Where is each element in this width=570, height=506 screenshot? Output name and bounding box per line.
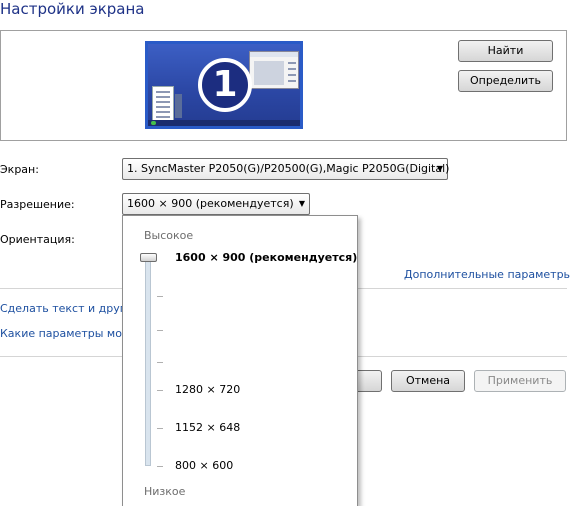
advanced-settings-link[interactable]: Дополнительные параметры [404,268,570,281]
resolution-label: Разрешение: [0,198,75,211]
page-title: Настройки экрана [0,0,145,18]
orientation-label: Ориентация: [0,233,75,246]
low-label: Низкое [144,485,186,498]
slider-tick [157,428,163,429]
find-button[interactable]: Найти [458,40,553,62]
resolution-option[interactable]: 800 × 600 [175,459,233,472]
scrollbar-thumbnail [175,94,182,118]
screen-label: Экран: [0,163,39,176]
high-label: Высокое [144,229,194,242]
resolution-select-value: 1600 × 900 (рекомендуется) [127,197,294,210]
slider-tick [157,466,163,467]
identify-button[interactable]: Определить [458,70,553,92]
resolution-option[interactable]: 1280 × 720 [175,383,240,396]
resolution-slider-thumb[interactable] [140,253,157,262]
resolution-slider-track[interactable] [145,258,151,466]
slider-tick [157,330,163,331]
slider-tick [157,362,163,363]
resolution-option[interactable]: 1600 × 900 (рекомендуется) [175,251,357,264]
resolution-dropdown: Высокое 1600 × 900 (рекомендуется) 1280 … [122,215,358,506]
apply-button: Применить [474,370,566,392]
screen-select-value: 1. SyncMaster P2050(G)/P20500(G),Magic P… [127,162,450,175]
screen-select[interactable]: 1. SyncMaster P2050(G)/P20500(G),Magic P… [122,158,450,180]
monitor-number-badge: 1 [198,58,252,112]
which-params-link[interactable]: Какие параметры мон [0,327,129,340]
slider-tick [157,390,163,391]
text-size-link[interactable]: Сделать текст и другие [0,302,139,315]
taskbar [148,120,300,126]
cancel-button[interactable]: Отмена [391,370,465,392]
resolution-option[interactable]: 1152 × 648 [175,421,240,434]
monitor-preview-area: 1 Найти Определить [0,30,567,141]
start-icon [151,121,156,125]
chevron-down-icon: ▼ [298,199,305,208]
chevron-down-icon: ▼ [436,164,443,173]
window-thumbnail [152,86,174,122]
window-thumbnail [249,51,299,89]
resolution-select[interactable]: 1600 × 900 (рекомендуется) ▼ [122,193,310,215]
slider-tick [157,296,163,297]
monitor-icon[interactable]: 1 [145,41,303,129]
